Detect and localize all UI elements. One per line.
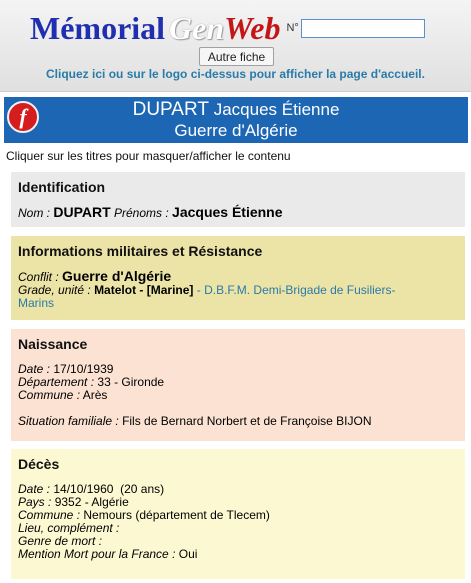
death-body: Date : 14/10/1960 (20 ans) Pays : 9352 -… [18,483,459,561]
birth-dept-label: Département : [18,375,95,389]
death-mention-value: Oui [178,547,198,561]
death-panel: Décès Date : 14/10/1960 (20 ans) Pays : … [11,449,465,579]
unit-separator: - [196,283,201,297]
military-body: Conflit : Guerre d'Algérie Grade, unité … [18,268,459,310]
record-given-names: Jacques Étienne [213,100,340,119]
death-mention-label: Mention Mort pour la France : [18,547,176,561]
unit-link[interactable]: D.B.F.M. Demi-Brigade de Fusiliers- [204,283,395,297]
identification-panel: Identification Nom : DUPART Prénoms : Ja… [11,172,465,227]
record-title-band: f DUPART Jacques Étienne Guerre d'Algéri… [4,97,468,143]
family-row: Situation familiale : Fils de Bernard No… [18,415,459,428]
grade-label: Grade, unité : [18,283,91,297]
death-mention-row: Mention Mort pour la France : Oui [18,548,459,561]
family-value: Fils de Bernard Norbert et de Françoise … [122,414,372,428]
other-record-button[interactable]: Autre fiche [199,47,274,66]
site-header: Mémorial GenWeb N° Autre fiche Cliquez ici… [0,0,471,92]
death-title[interactable]: Décès [18,456,459,473]
nom-value: DUPART [53,204,111,220]
grade-row: Grade, unité : Matelot - [Marine] - D.B.… [18,284,459,297]
death-commune-label: Commune : [18,508,81,522]
conflit-row: Conflit : Guerre d'Algérie [18,268,459,284]
birth-title[interactable]: Naissance [18,336,459,353]
birth-panel: Naissance Date : 17/10/1939 Département … [11,329,465,441]
family-label: Situation familiale : [18,414,119,428]
home-link[interactable]: Cliquez ici ou sur le logo ci-dessus pou… [0,67,471,81]
logo-row: Mémorial GenWeb N° [30,10,425,46]
logo-gen: Gen [169,10,225,46]
record-number-input[interactable] [300,18,425,38]
identification-body: Nom : DUPART Prénoms : Jacques Étienne [18,204,459,220]
conflit-value: Guerre d'Algérie [62,268,172,284]
toggle-hint: Cliquer sur les titres pour masquer/affi… [6,149,291,163]
grade-value: Matelot - [Marine] [94,283,194,297]
birth-commune-row: Commune : Arès [18,389,459,402]
birth-date-value: 17/10/1939 [53,362,114,376]
birth-commune-label: Commune : [18,388,81,402]
military-title[interactable]: Informations militaires et Résistance [18,243,459,260]
conflit-label: Conflit : [18,270,59,284]
prenoms-value: Jacques Étienne [172,204,283,220]
number-label: N° [286,22,299,34]
death-date-value: 14/10/1960 (20 ans) [53,482,165,496]
record-surname: DUPART [132,99,209,120]
death-lieu-label: Lieu, complément : [18,521,120,535]
site-logo[interactable]: Mémorial GenWeb [30,10,280,46]
birth-dept-value: 33 - Gironde [97,375,165,389]
logo-web: Web [224,10,281,46]
birth-commune-value: Arès [82,388,108,402]
unit-link-continued[interactable]: Marins [18,297,459,310]
death-pays-value: 9352 - Algérie [54,495,129,509]
death-pays-label: Pays : [18,495,52,509]
nom-label: Nom : [18,206,51,220]
birth-body: Date : 17/10/1939 Département : 33 - Gir… [18,363,459,428]
death-commune-value: Nemours (département de Tlecem) [83,508,270,522]
birth-date-label: Date : [18,362,51,376]
death-date-label: Date : [18,482,51,496]
record-conflict: Guerre d'Algérie [174,121,298,140]
identification-title[interactable]: Identification [18,179,459,196]
record-name: DUPART Jacques Étienne [4,100,468,120]
logo-memorial: Mémorial [30,10,166,46]
military-panel: Informations militaires et Résistance Co… [11,236,465,320]
death-genre-label: Genre de mort : [18,534,103,548]
prenoms-label: Prénoms : [114,206,169,220]
